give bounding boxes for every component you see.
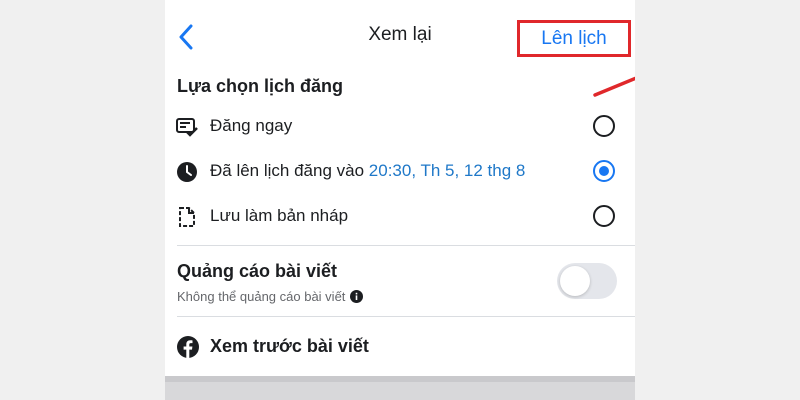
preview-post-row[interactable]: Xem trước bài viết [165, 327, 635, 367]
schedule-button[interactable]: Lên lịch [517, 20, 631, 57]
boost-post-toggle[interactable] [557, 263, 617, 299]
publish-options-title: Lựa chọn lịch đăng [177, 76, 344, 96]
option-save-draft-label: Lưu làm bản nháp [210, 206, 349, 225]
scheduled-radio[interactable] [593, 160, 615, 182]
phone-screen: Xem lại Lên lịch Lựa chọn lịch đăng Đăng… [165, 0, 635, 400]
option-scheduled[interactable]: Đã lên lịch đăng vào 20:30, Th 5, 12 thg… [165, 149, 635, 193]
boost-post-title: Quảng cáo bài viết [177, 261, 338, 281]
facebook-icon [177, 336, 199, 358]
option-scheduled-label: Đã lên lịch đăng vào 20:30, Th 5, 12 thg… [210, 161, 525, 181]
preview-post-label: Xem trước bài viết [210, 336, 369, 356]
toggle-knob [560, 266, 590, 296]
save-draft-radio[interactable] [593, 205, 615, 227]
scheduled-time-link[interactable]: 20:30, Th 5, 12 thg 8 [369, 161, 526, 180]
option-save-draft[interactable]: Lưu làm bản nháp [165, 194, 635, 238]
boost-post-subtitle: Không thể quảng cáo bài viết [177, 289, 364, 304]
boost-post-subtitle-text: Không thể quảng cáo bài viết [177, 289, 346, 304]
draft-icon [176, 206, 198, 228]
info-icon[interactable] [350, 290, 364, 303]
post-now-radio[interactable] [593, 115, 615, 137]
divider [177, 245, 635, 246]
divider [177, 316, 635, 317]
option-post-now[interactable]: Đăng ngay [165, 104, 635, 148]
clock-icon [176, 161, 198, 183]
bottom-section-background [165, 376, 635, 400]
post-now-icon [176, 116, 198, 138]
scheduled-label-text: Đã lên lịch đăng vào [210, 161, 365, 180]
header-bar: Xem lại Lên lịch [165, 0, 635, 72]
option-post-now-label: Đăng ngay [210, 116, 293, 135]
